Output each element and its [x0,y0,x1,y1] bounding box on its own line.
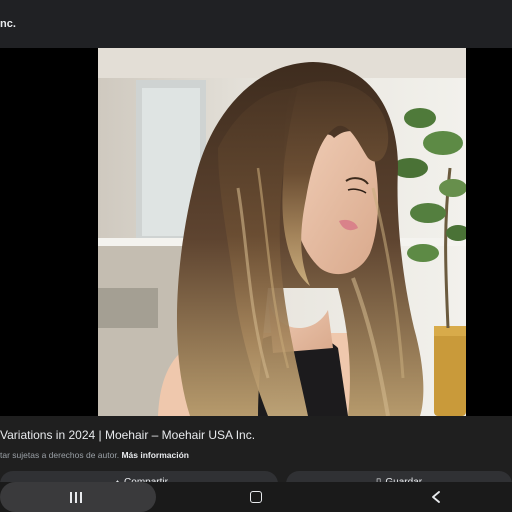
back-button[interactable] [416,482,456,512]
copyright-text: tar sujetas a derechos de autor. [0,450,120,460]
recents-button[interactable] [56,482,96,512]
source-label[interactable]: nc. [0,18,16,30]
back-icon [432,491,440,503]
copyright-notice: tar sujetas a derechos de autor. Más inf… [0,450,189,460]
system-nav-bar [0,482,512,512]
home-icon [250,491,262,503]
source-header: nc. [0,0,512,49]
recents-icon [70,491,82,503]
image-viewer [0,48,512,416]
image-title[interactable]: Variations in 2024 | Moehair – Moehair U… [0,428,255,442]
photo-illustration [98,48,466,416]
image-caption: Variations in 2024 | Moehair – Moehair U… [0,416,512,472]
home-button[interactable] [236,482,276,512]
image-viewer-screen: nc. Variations in 2024 | Moehair – Moeha… [0,0,512,512]
main-photo[interactable] [98,48,466,416]
more-info-link[interactable]: Más información [121,450,189,460]
